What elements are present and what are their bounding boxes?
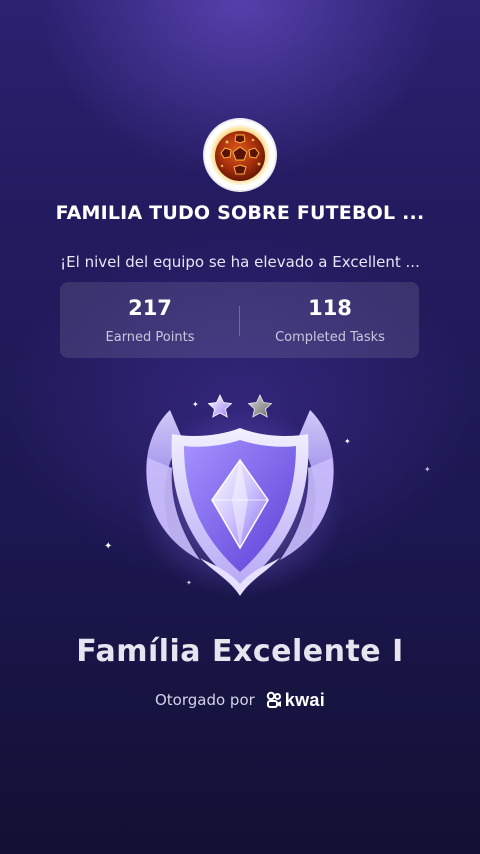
- stats-card: 217 Earned Points 118 Completed Tasks: [60, 282, 419, 358]
- stat-value: 217: [128, 296, 172, 320]
- sparkle-icon: ✦: [424, 465, 431, 474]
- stat-label: Earned Points: [105, 330, 195, 345]
- stat-label: Completed Tasks: [275, 330, 385, 345]
- team-name: FAMILIA TUDO SOBRE FUTEBOL ...: [55, 202, 425, 224]
- awarded-by: Otorgado por kwai: [0, 688, 480, 712]
- stat-value: 118: [308, 296, 352, 320]
- stat-earned-points: 217 Earned Points: [60, 282, 240, 358]
- sparkle-icon: ✦: [104, 541, 113, 552]
- fire-soccer-ball-icon: [205, 120, 275, 190]
- stat-completed-tasks: 118 Completed Tasks: [240, 282, 420, 358]
- team-avatar[interactable]: [205, 120, 275, 190]
- awarded-by-label: Otorgado por: [154, 691, 255, 709]
- shield-crystal-badge-icon: [135, 394, 345, 598]
- kwai-logo-icon: [266, 691, 281, 708]
- badge-title: Família Excelente I: [76, 634, 404, 669]
- kwai-logo: kwai: [265, 690, 325, 711]
- level-up-message: ¡El nivel del equipo se ha elevado a Exc…: [60, 253, 420, 271]
- kwai-brand-text: kwai: [284, 689, 326, 710]
